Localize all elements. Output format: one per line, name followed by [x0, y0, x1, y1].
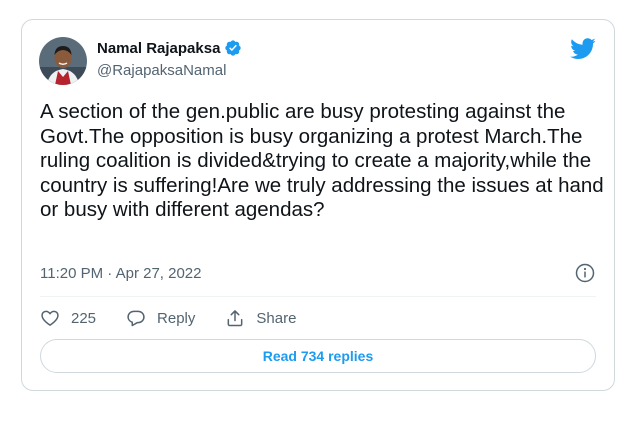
share-upload-icon — [227, 310, 243, 327]
like-button[interactable]: 225 — [40, 308, 96, 328]
author-handle[interactable]: @RajapaksaNamal — [97, 62, 226, 79]
avatar[interactable] — [39, 37, 87, 85]
reply-bubble-icon — [127, 310, 145, 327]
divider — [40, 296, 596, 297]
read-replies-button[interactable]: Read 734 replies — [40, 339, 596, 373]
reply-button[interactable]: Reply — [126, 308, 195, 328]
reply-label: Reply — [157, 309, 196, 327]
like-count: 225 — [71, 309, 97, 327]
author-name-text[interactable]: Namal Rajapaksa — [97, 40, 220, 57]
heart-icon — [41, 310, 59, 326]
action-bar: 225 Reply Share — [40, 307, 326, 329]
share-label: Share — [256, 309, 297, 327]
author-name[interactable]: Namal Rajapaksa — [97, 39, 242, 57]
tweet-timestamp[interactable]: 11:20 PM · Apr 27, 2022 — [40, 265, 202, 282]
twitter-bird-icon[interactable] — [570, 38, 596, 60]
info-icon[interactable] — [575, 263, 595, 283]
profile-photo-icon — [39, 37, 87, 85]
tweet-text: A section of the gen.public are busy pro… — [40, 100, 604, 221]
verified-badge-icon — [224, 39, 242, 57]
tweet-card: Namal Rajapaksa @RajapaksaNamal A sectio… — [21, 19, 615, 391]
share-button[interactable]: Share — [225, 308, 296, 328]
